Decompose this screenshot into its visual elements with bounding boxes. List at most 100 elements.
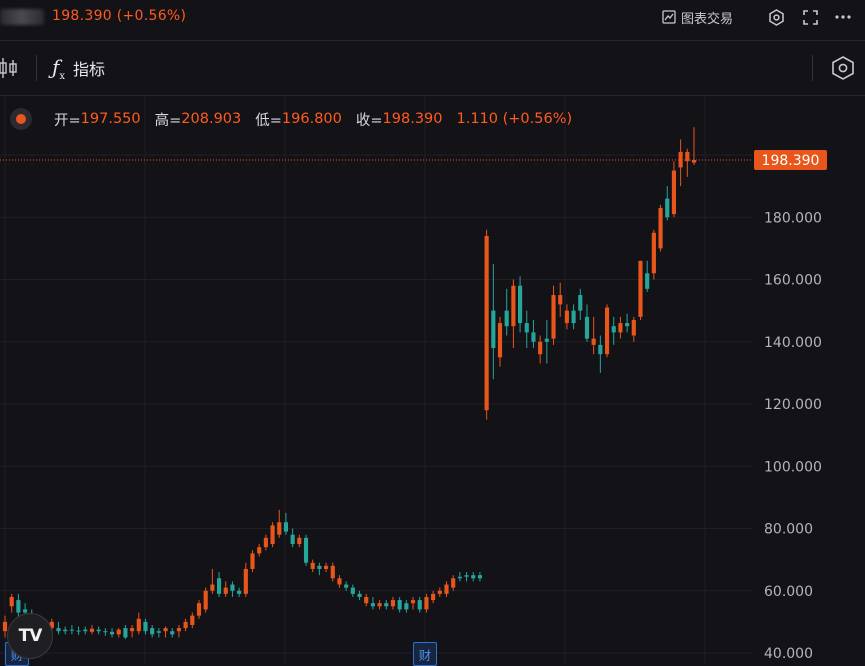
candle-body — [337, 578, 342, 585]
chart-trade-icon — [662, 10, 676, 24]
candle-body — [109, 631, 115, 635]
candle-body — [216, 578, 222, 594]
candle-body — [96, 629, 101, 632]
high-value: 208.903 — [181, 111, 242, 127]
candle-body — [270, 525, 275, 545]
candle-body — [223, 587, 228, 594]
chart-trade-button[interactable]: 图表交易 — [662, 7, 733, 27]
candle-body — [283, 522, 289, 532]
settings-icon[interactable] — [766, 7, 786, 27]
candle-body — [578, 295, 583, 311]
candle-body — [230, 584, 235, 591]
candle-body — [103, 631, 108, 633]
chart-settings-icon[interactable] — [830, 55, 856, 81]
candle-body — [404, 603, 409, 610]
candle-body — [417, 600, 422, 610]
fullscreen-icon[interactable] — [800, 7, 820, 27]
candle-body — [143, 621, 148, 632]
more-icon[interactable] — [833, 7, 853, 27]
candle-body — [645, 273, 650, 289]
candle-body — [237, 590, 242, 594]
candle-body — [156, 631, 161, 633]
candle-body — [190, 615, 195, 625]
indicators-button[interactable]: ƒx 指标 — [52, 54, 105, 82]
candle-body — [638, 260, 643, 317]
candle-body — [631, 319, 636, 336]
candle-body — [196, 603, 202, 616]
y-axis-tick-label: 60.000 — [764, 584, 813, 600]
candle-body — [136, 618, 141, 632]
open-label: 开= — [54, 112, 81, 129]
candle-body — [598, 344, 603, 355]
indicators-fx-icon: ƒx — [52, 54, 66, 82]
candle-body — [611, 326, 616, 333]
candles-layer — [2, 127, 697, 639]
change-value: 1.110 (+0.56%) — [456, 111, 573, 127]
candle-body — [665, 198, 670, 218]
candle-body — [317, 565, 322, 569]
candle-body — [203, 590, 208, 610]
candle-body — [350, 587, 355, 594]
candle-body — [277, 522, 282, 535]
top-bar: 198.390 (+0.56%) 图表交易 — [0, 0, 865, 36]
candle-body — [544, 338, 549, 342]
candle-body — [618, 323, 623, 333]
candle-body — [250, 553, 255, 569]
candle-type-icon[interactable] — [0, 55, 20, 81]
candle-body — [324, 565, 329, 569]
candle-body — [538, 341, 543, 355]
y-axis-tick-label: 40.000 — [764, 646, 813, 662]
candle-body — [69, 629, 74, 631]
candle-body — [591, 338, 596, 345]
candle-body — [464, 575, 469, 577]
close-label: 收= — [355, 112, 383, 129]
candle-body — [390, 600, 396, 607]
candle-body — [290, 534, 295, 545]
candle-body — [83, 629, 88, 632]
candle-body — [123, 628, 128, 638]
open-value: 197.550 — [80, 111, 141, 127]
candle-body — [63, 629, 68, 632]
candle-body — [384, 603, 389, 607]
candle-body — [558, 295, 563, 305]
y-axis-tick-label: 140.000 — [764, 335, 822, 351]
candle-body — [163, 628, 168, 632]
candle-body — [511, 285, 516, 327]
candle-body — [571, 310, 576, 324]
candle-body — [397, 600, 402, 610]
candle-body — [504, 310, 509, 327]
series-visibility-icon[interactable] — [10, 108, 32, 130]
symbol-name-blurred — [0, 9, 44, 25]
candle-body — [303, 537, 309, 563]
candle-body — [330, 565, 335, 579]
candle-body — [150, 628, 155, 635]
candle-body — [424, 596, 429, 610]
candle-body — [183, 621, 188, 629]
ohlc-legend: 开= 197.550 高= 208.903 低= 196.800 收= 198.… — [10, 107, 572, 131]
y-axis-tick-label: 160.000 — [764, 273, 822, 289]
y-axis-tick-label: 100.000 — [764, 459, 822, 475]
financial-event-marker[interactable]: 财 — [413, 642, 437, 666]
candle-body — [451, 578, 456, 588]
candle-body — [431, 593, 436, 601]
close-value: 198.390 — [382, 111, 443, 127]
candle-body — [89, 628, 95, 632]
price-axis[interactable]: 180.000 160.000 140.000 120.000 100.000 80.00… — [764, 210, 822, 662]
candle-body — [116, 629, 121, 635]
price-chart[interactable]: 180.000 160.000 140.000 120.000 100.000 80.00… — [0, 0, 865, 664]
candle-body — [471, 575, 476, 579]
candle-body — [491, 310, 496, 348]
candle-body — [651, 232, 656, 274]
last-price-layer: 198.390 — [0, 150, 827, 171]
tradingview-logo[interactable]: TV — [7, 613, 53, 659]
candle-body — [625, 323, 630, 327]
candle-body — [410, 600, 416, 604]
candle-body — [16, 600, 21, 613]
candle-body — [551, 295, 556, 339]
chart-toolbar: ƒx 指标 — [0, 40, 865, 96]
candle-body — [370, 603, 375, 607]
toolbar-separator — [812, 55, 813, 81]
header-price: 198.390 (+0.56%) — [52, 8, 187, 24]
candle-body — [377, 603, 382, 607]
toolbar-separator — [36, 55, 37, 81]
